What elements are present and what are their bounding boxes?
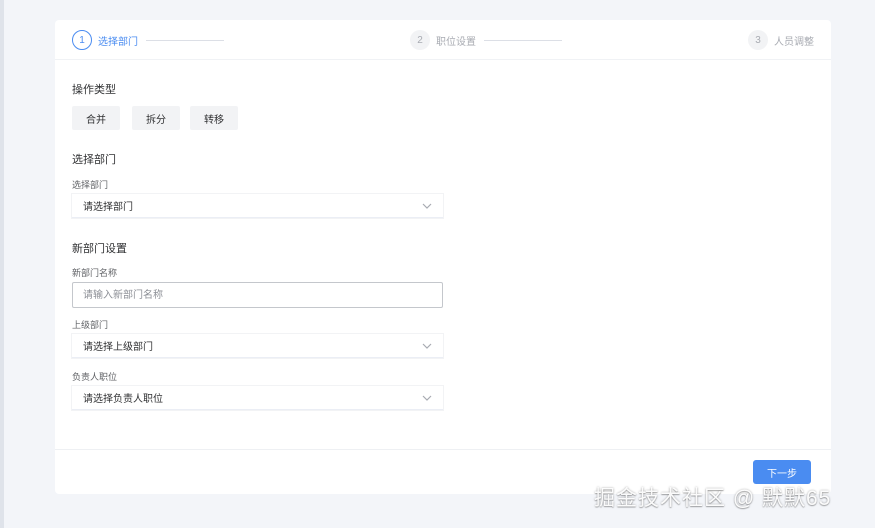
wizard-card: 1 选择部门 2 职位设置 3 人员调整 操作类型 合并 拆分 转移 选择部门 …	[55, 20, 831, 494]
merge-button[interactable]: 合并	[72, 106, 120, 130]
chevron-down-icon	[422, 395, 432, 401]
select-dept-label: 选择部门	[72, 180, 109, 190]
watermark: 掘金技术社区 @ 默默65	[594, 487, 832, 510]
parent-dept-label: 上级部门	[72, 320, 109, 330]
leader-position-select-value: 请选择负责人职位	[83, 394, 163, 405]
steps-bar: 1 选择部门 2 职位设置 3 人员调整	[55, 20, 831, 60]
leader-position-select[interactable]: 请选择负责人职位	[72, 386, 443, 410]
step-1-number: 1	[72, 30, 92, 50]
step-2-number: 2	[410, 30, 430, 50]
step-3-title: 人员调整	[774, 36, 814, 48]
operation-type-title: 操作类型	[72, 84, 116, 96]
parent-dept-select[interactable]: 请选择上级部门	[72, 334, 443, 358]
step-2[interactable]: 2 职位设置	[410, 30, 562, 50]
dept-select[interactable]: 请选择部门	[72, 194, 443, 218]
chevron-down-icon	[422, 203, 432, 209]
footer-divider	[55, 449, 831, 450]
select-dept-title: 选择部门	[72, 154, 116, 166]
chevron-down-icon	[422, 343, 432, 349]
step-1[interactable]: 1 选择部门	[72, 30, 224, 50]
next-step-button[interactable]: 下一步	[753, 460, 811, 484]
dept-select-value: 请选择部门	[83, 202, 133, 213]
parent-dept-select-value: 请选择上级部门	[83, 342, 153, 353]
step-2-title: 职位设置	[436, 36, 476, 48]
transfer-button[interactable]: 转移	[190, 106, 238, 130]
window-left-edge	[0, 0, 4, 528]
split-button[interactable]: 拆分	[132, 106, 180, 130]
step-1-title: 选择部门	[98, 36, 138, 48]
step-connector	[146, 39, 224, 41]
new-dept-title: 新部门设置	[72, 243, 127, 255]
step-connector	[484, 39, 562, 41]
step-3-number: 3	[748, 30, 768, 50]
step-3[interactable]: 3 人员调整	[748, 30, 814, 50]
new-dept-name-input[interactable]	[72, 282, 443, 308]
new-dept-name-label: 新部门名称	[72, 268, 118, 278]
leader-position-label: 负责人职位	[72, 372, 118, 382]
